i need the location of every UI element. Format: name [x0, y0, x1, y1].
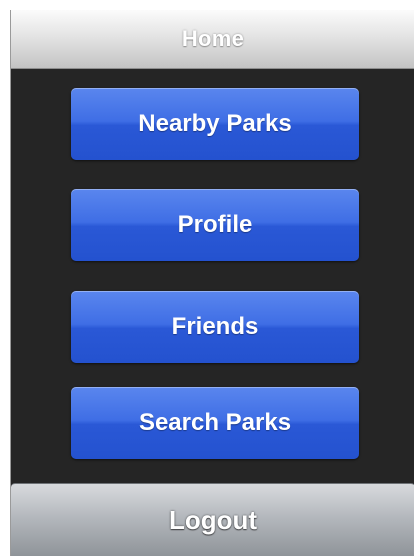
profile-button[interactable]: Profile	[71, 189, 359, 261]
page-title: Home	[181, 26, 245, 51]
search-parks-button[interactable]: Search Parks	[71, 387, 359, 459]
nearby-parks-button[interactable]: Nearby Parks	[71, 88, 359, 160]
friends-button[interactable]: Friends	[71, 291, 359, 363]
logout-button[interactable]: Logout	[11, 483, 414, 556]
navigation-bar: Home	[11, 10, 414, 69]
app-screen: Home Nearby Parks Profile Friends Search…	[10, 10, 414, 556]
